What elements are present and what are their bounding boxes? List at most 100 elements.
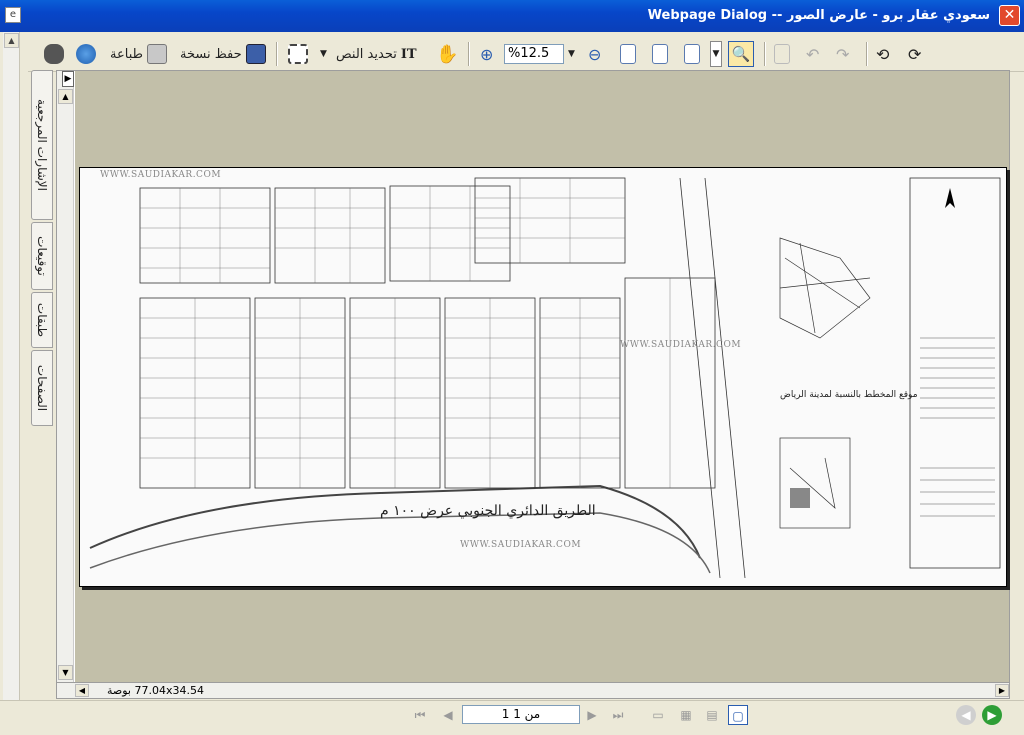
continuous-view-button[interactable]: ▦ (676, 705, 696, 725)
location-caption: موقع المخطط بالنسبة لمدينة الرياض (780, 390, 918, 400)
subdivision-plan-image[interactable]: WWW.SAUDIAKAR.COM WWW.SAUDIAKAR.COM WWW.… (79, 167, 1007, 587)
zoom-tool-button[interactable]: 🔍 (728, 41, 754, 67)
page-navigation-bar: ⏮ ◀ 1 من 1 ▶ ⏭ ▭ ▦ ▤ ▢ ◀ ▶ (0, 700, 1024, 735)
undo-button[interactable]: ↶ (806, 41, 819, 67)
hand-tool-button[interactable]: ✋ (436, 41, 458, 67)
previous-page-button[interactable]: ◀ (438, 705, 458, 725)
toolbar-separator (468, 42, 470, 66)
toolbar: طباعة حفظ نسخة ▼ تحديد النص IT ✋ ⊕ %12.5… (28, 38, 1024, 72)
zoom-level-field[interactable]: %12.5 (504, 44, 564, 64)
tab-pages[interactable]: الصفحات (31, 350, 53, 426)
view-dropdown[interactable]: ▼ (710, 41, 722, 67)
document-viewer: ▲ ▼ WWW.SAUDIAKAR.COM WWW.SAUDIAKAR.COM … (56, 70, 1010, 683)
magnifier-icon: 🔍 (731, 45, 751, 63)
email-button[interactable] (76, 41, 96, 67)
outer-scrollbar[interactable]: ▲ (3, 32, 20, 735)
side-tabs: الإشارات المرجعية توقيعات طبقات الصفحات (31, 70, 53, 700)
fit-page-icon (652, 44, 668, 64)
zoom-in-icon: ⊕ (480, 44, 494, 64)
scroll-up-icon[interactable]: ▲ (58, 89, 73, 104)
snapshot-button[interactable] (288, 41, 308, 67)
scroll-down-icon[interactable]: ▼ (58, 665, 73, 680)
save-copy-button[interactable]: حفظ نسخة (180, 41, 266, 67)
scroll-left-icon[interactable]: ◀ (75, 684, 89, 697)
tab-signatures-label: توقيعات (35, 236, 49, 276)
fit-width-button[interactable] (684, 41, 700, 67)
fit-width-icon (684, 44, 700, 64)
tab-pages-label: الصفحات (35, 364, 49, 412)
redo-icon: ↷ (836, 44, 850, 64)
tab-layers[interactable]: طبقات (31, 292, 53, 348)
viewer-vertical-scrollbar[interactable]: ▲ ▼ (57, 71, 74, 682)
globe-mail-icon (76, 44, 96, 64)
tab-signatures[interactable]: توقيعات (31, 222, 53, 290)
back-button[interactable]: ◀ (956, 705, 976, 725)
last-page-button[interactable]: ⏭ (608, 705, 628, 725)
copy-button[interactable] (774, 41, 790, 67)
text-cursor-icon: IT (400, 46, 417, 62)
previous-page-icon: ◀ (443, 708, 453, 722)
select-text-label: تحديد النص (336, 46, 397, 62)
save-copy-label: حفظ نسخة (180, 46, 242, 62)
first-page-icon: ⏮ (414, 708, 426, 722)
next-page-button[interactable]: ▶ (582, 705, 602, 725)
last-page-icon: ⏭ (612, 708, 624, 722)
continuous-facing-view-button[interactable]: ▢ (728, 705, 748, 725)
next-page-icon: ▶ (587, 708, 597, 722)
app-icon: e (5, 7, 21, 23)
select-text-button[interactable]: تحديد النص IT (336, 41, 417, 67)
find-button[interactable] (44, 41, 64, 67)
zoom-in-button[interactable]: ⊕ (480, 41, 493, 67)
hand-icon: ✋ (436, 43, 459, 65)
watermark-top: WWW.SAUDIAKAR.COM (100, 170, 222, 180)
rotate-left-button[interactable]: ⟲ (876, 41, 889, 67)
binoculars-icon (44, 44, 64, 64)
print-button[interactable]: طباعة (110, 41, 167, 67)
watermark-bottom: WWW.SAUDIAKAR.COM (460, 540, 582, 550)
fit-page-button[interactable] (652, 41, 668, 67)
floppy-disk-icon (245, 44, 266, 64)
zoom-out-button[interactable]: ⊖ (588, 41, 601, 67)
select-dropdown[interactable]: ▼ (320, 41, 327, 67)
page-icon (620, 44, 636, 64)
watermark-middle: WWW.SAUDIAKAR.COM (620, 340, 742, 350)
copy-icon (774, 44, 790, 64)
rotate-right-button[interactable]: ⟳ (908, 41, 921, 67)
camera-icon (288, 44, 308, 64)
tab-layers-label: طبقات (35, 302, 49, 338)
document-canvas: WWW.SAUDIAKAR.COM WWW.SAUDIAKAR.COM WWW.… (75, 71, 1009, 682)
facing-view-button[interactable]: ▤ (702, 705, 722, 725)
rotate-left-icon: ⟲ (876, 44, 890, 64)
toolbar-separator (866, 42, 868, 66)
page-number-field[interactable]: 1 من 1 (462, 705, 580, 724)
expand-panel-button[interactable]: ▶ (62, 71, 74, 87)
continuous-facing-icon: ▢ (732, 709, 744, 723)
title-bar: e سعودي عقار برو - عارض الصور -- Webpage… (0, 0, 1024, 32)
close-button[interactable]: ✕ (999, 5, 1020, 26)
scroll-up-icon[interactable]: ▲ (4, 33, 19, 48)
forward-button[interactable]: ▶ (982, 705, 1002, 725)
tab-bookmarks-label: الإشارات المرجعية (35, 99, 49, 191)
plan-drawing (80, 168, 1006, 586)
single-page-view-button[interactable]: ▭ (648, 705, 668, 725)
single-page-icon: ▭ (652, 708, 664, 722)
page-dimensions: 77.04x34.54 بوصة (107, 684, 204, 697)
zoom-dropdown[interactable]: ▼ (568, 41, 575, 67)
first-page-button[interactable]: ⏮ (410, 705, 430, 725)
viewer-status-bar: ◀ 77.04x34.54 بوصة ▶ (56, 682, 1010, 699)
toolbar-separator (764, 42, 766, 66)
print-label: طباعة (110, 46, 143, 62)
redo-button[interactable]: ↷ (836, 41, 849, 67)
undo-icon: ↶ (806, 44, 820, 64)
toolbar-separator (276, 42, 278, 66)
actual-size-button[interactable] (620, 41, 636, 67)
window-title: سعودي عقار برو - عارض الصور -- Webpage D… (647, 8, 990, 23)
back-arrow-icon: ◀ (961, 708, 971, 722)
continuous-icon: ▦ (680, 708, 692, 722)
rotate-right-icon: ⟳ (908, 44, 922, 64)
printer-icon (146, 44, 167, 64)
tab-bookmarks[interactable]: الإشارات المرجعية (31, 70, 53, 220)
zoom-out-icon: ⊖ (588, 44, 602, 64)
scroll-right-icon[interactable]: ▶ (995, 684, 1009, 697)
forward-arrow-icon: ▶ (987, 708, 997, 722)
